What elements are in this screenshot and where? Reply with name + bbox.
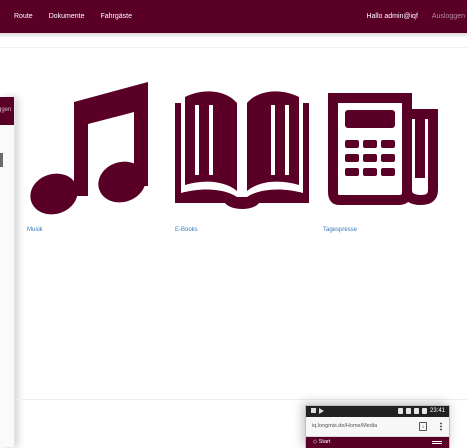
nav-link-dokumente[interactable]: Dokumente — [49, 12, 85, 21]
nav-links: Route Dokumente Fahrgäste — [14, 12, 148, 21]
hamburger-menu-icon[interactable] — [432, 441, 442, 442]
left-overlay-text: ggen — [0, 107, 12, 113]
play-icon — [319, 408, 324, 414]
top-navbar: Route Dokumente Fahrgäste Hallo admin@iq… — [0, 0, 467, 33]
media-tile-musik[interactable]: Musik — [27, 78, 156, 233]
music-note-icon — [30, 82, 148, 215]
media-tile-tagespresse[interactable]: Tagespresse — [323, 88, 443, 233]
battery-icon — [421, 408, 427, 414]
nav-link-fahrgaeste[interactable]: Fahrgäste — [100, 12, 132, 21]
navbar-shadow — [0, 33, 467, 38]
tabs-icon[interactable]: 1 — [419, 422, 427, 431]
phone-clock: 23:41 — [429, 408, 445, 414]
user-greeting: Hallo admin@iqf — [366, 13, 418, 20]
wifi-icon — [405, 408, 411, 414]
phone-status-bar: 23:41 — [306, 406, 449, 417]
signal-icon — [413, 408, 419, 414]
footer-divider — [16, 399, 467, 400]
open-book-icon — [175, 91, 309, 209]
content-divider — [0, 47, 467, 48]
vibrate-icon — [397, 408, 403, 414]
left-overlay-header: ggen — [0, 97, 14, 125]
media-tile-ebooks[interactable]: E-Books — [175, 85, 309, 233]
phone-app-title[interactable]: ◇ Start — [313, 439, 330, 446]
logout-link[interactable]: Ausloggen — [432, 12, 465, 21]
newspaper-icon — [328, 93, 438, 206]
nav-link-route[interactable]: Route — [14, 12, 33, 21]
phone-url-text[interactable]: iq.longmis.de/Home/Media — [312, 423, 377, 430]
phone-address-bar[interactable]: iq.longmis.de/Home/Media 1 — [306, 417, 449, 437]
nav-user-area: Hallo admin@iqf Ausloggen — [366, 12, 467, 21]
left-overlay-scrollbar — [0, 153, 3, 167]
phone-overlay: 23:41 iq.longmis.de/Home/Media 1 ◇ Start — [305, 405, 450, 448]
media-label-tagespresse[interactable]: Tagespresse — [323, 226, 357, 234]
overflow-menu-icon[interactable] — [440, 422, 442, 431]
media-label-ebooks[interactable]: E-Books — [175, 226, 198, 234]
image-icon — [311, 408, 316, 413]
left-overlay-window: ggen — [0, 97, 15, 447]
media-label-musik[interactable]: Musik — [27, 226, 43, 234]
phone-app-bar: ◇ Start — [306, 437, 449, 448]
